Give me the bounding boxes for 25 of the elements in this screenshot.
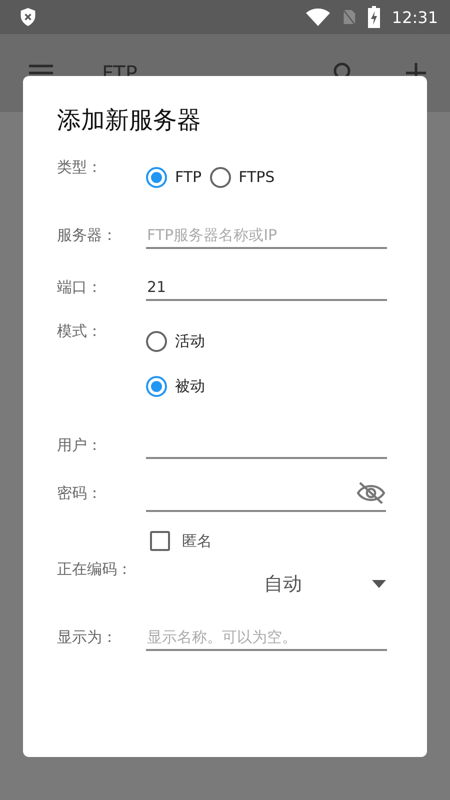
dialog-title: 添加新服务器 <box>57 105 202 136</box>
radio-button[interactable]: 活动 <box>146 326 205 356</box>
field-label: 密码： <box>57 483 103 503</box>
caret-icon <box>372 580 386 588</box>
field-label: 用户： <box>57 435 103 455</box>
field-label: 模式： <box>57 322 103 342</box>
wifi-icon <box>306 8 330 26</box>
field-label: 正在编码： <box>57 559 133 580</box>
anonymous-checkbox[interactable]: 匿名 <box>150 531 212 551</box>
radio-button[interactable]: FTPS <box>210 162 275 192</box>
field-label: 显示为： <box>57 627 118 647</box>
radio-button[interactable]: 被动 <box>146 371 205 401</box>
display-name-field[interactable]: 显示名称。可以为空。 <box>146 620 387 651</box>
battery-charging-icon <box>368 6 380 28</box>
shield-icon <box>19 7 37 27</box>
port-field[interactable]: 21 <box>146 270 387 301</box>
field-label: 类型： <box>57 158 103 178</box>
eye-slash-icon[interactable] <box>356 481 386 505</box>
radio-button[interactable]: FTP <box>146 162 202 192</box>
status-time: 12:31 <box>392 8 438 26</box>
encoding-dropdown[interactable]: 自动 <box>146 564 386 604</box>
field-label: 端口： <box>57 277 103 297</box>
no-sim-icon <box>342 7 356 27</box>
server-field[interactable]: FTP服务器名称或IP <box>146 218 387 249</box>
field-label: 服务器： <box>57 225 118 245</box>
